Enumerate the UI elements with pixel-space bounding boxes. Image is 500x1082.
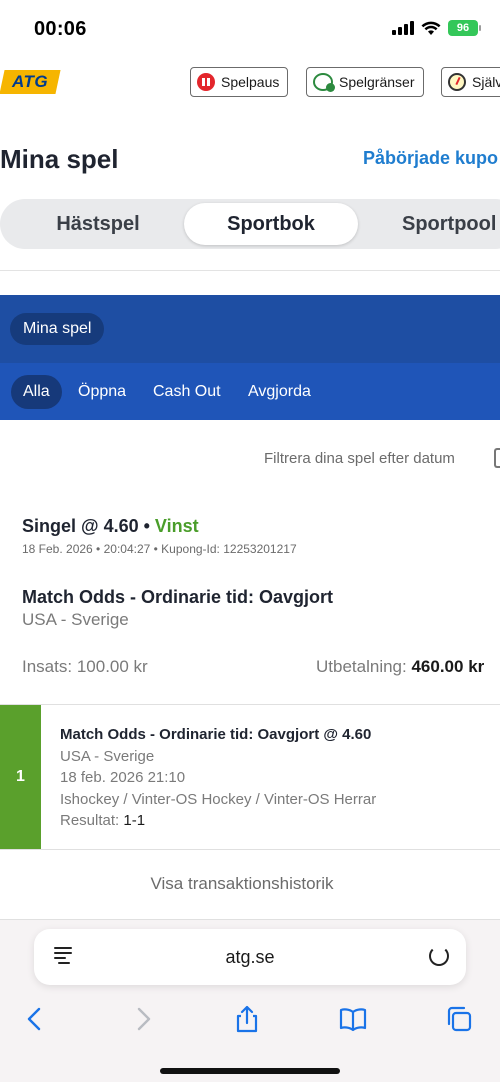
tab-hastspel[interactable]: Hästspel — [8, 203, 188, 245]
result-label: Resultat: — [60, 812, 120, 829]
payout-label: Utbetalning: — [316, 657, 407, 676]
date-filter-label[interactable]: Filtrera dina spel efter datum — [264, 450, 455, 467]
selection-title: Match Odds - Ordinarie tid: Oavgjort @ 4… — [60, 726, 372, 743]
started-coupons-link[interactable]: Påbörjade kupo — [363, 148, 498, 169]
tab-sportpool[interactable]: Sportpool — [378, 203, 500, 245]
spelgranser-button[interactable]: Spelgränser — [306, 67, 424, 97]
stake-label: Insats: — [22, 657, 73, 676]
calendar-icon[interactable] — [494, 448, 500, 468]
filter-tab-oppna[interactable]: Öppna — [78, 375, 126, 409]
url-text: atg.se — [225, 947, 275, 967]
home-indicator — [160, 1068, 340, 1074]
battery-icon: 96 — [448, 20, 481, 36]
stake: Insats: 100.00 kr — [22, 657, 148, 677]
spelgranser-label: Spelgränser — [339, 74, 415, 90]
bet-match: USA - Sverige — [22, 610, 129, 629]
divider — [0, 849, 500, 850]
selection-result: Resultat: 1-1 — [60, 812, 145, 829]
spelpaus-button[interactable]: Spelpaus — [190, 67, 289, 97]
forward-icon[interactable] — [128, 1004, 158, 1034]
status-time: 00:06 — [34, 18, 87, 40]
page-title: Mina spel — [0, 144, 119, 174]
bet-type: Singel @ 4.60 — [22, 516, 139, 536]
filter-tab-avgjorda[interactable]: Avgjorda — [248, 375, 311, 409]
filter-tab-cash-out[interactable]: Cash Out — [153, 375, 221, 409]
limit-icon — [313, 73, 335, 92]
logo-text: ATG — [11, 72, 49, 91]
mina-spel-pill[interactable]: Mina spel — [10, 313, 105, 345]
status-bar: 00:06 96 — [0, 0, 500, 58]
sjalvtest-label: Själv — [472, 74, 500, 90]
bet-filter-tabs: Alla Öppna Cash Out Avgjorda — [0, 363, 500, 420]
pause-icon — [197, 73, 215, 91]
reload-icon[interactable] — [429, 946, 449, 966]
selection-category: Ishockey / Vinter-OS Hockey / Vinter-OS … — [60, 791, 377, 808]
selection-number-badge: 1 — [0, 705, 41, 849]
transaction-history-link[interactable]: Visa transaktionshistorik — [0, 874, 484, 894]
battery-level: 96 — [456, 22, 470, 34]
selection-datetime: 18 feb. 2026 21:10 — [60, 769, 186, 786]
result-value: 1-1 — [123, 812, 146, 829]
address-bar[interactable]: atg.se — [34, 929, 466, 985]
tabs-icon[interactable] — [444, 1004, 474, 1034]
bet-title: Singel @ 4.60 • Vinst — [22, 516, 199, 537]
product-segmented-control: Hästspel Sportbok Sportpool — [0, 199, 500, 249]
selection-match: USA - Sverige — [60, 748, 155, 765]
bet-separator: • — [138, 516, 155, 536]
tab-sportbok[interactable]: Sportbok — [184, 203, 358, 245]
back-icon[interactable] — [20, 1004, 50, 1034]
divider — [0, 270, 500, 271]
top-bar: ATG Spelpaus Spelgränser Själv — [0, 58, 500, 106]
browser-nav — [0, 998, 500, 1038]
gauge-icon — [448, 73, 466, 91]
wifi-icon — [421, 21, 441, 35]
bet-market: Match Odds - Ordinarie tid: Oavgjort — [22, 587, 334, 607]
stake-value: 100.00 kr — [76, 657, 148, 676]
status-icons: 96 — [392, 20, 481, 36]
page: 00:06 96 ATG Spelpaus Spelgränser Själv … — [0, 0, 500, 1082]
sjalvtest-button[interactable]: Själv — [441, 67, 500, 97]
atg-logo[interactable]: ATG — [0, 70, 61, 94]
share-icon[interactable] — [232, 1004, 262, 1034]
payout: Utbetalning: 460.00 kr — [316, 657, 484, 677]
bookmarks-icon[interactable] — [338, 1004, 368, 1034]
payout-value: 460.00 kr — [411, 657, 485, 676]
filter-tab-alla[interactable]: Alla — [11, 375, 62, 409]
cellular-signal-icon — [392, 21, 414, 35]
spelpaus-label: Spelpaus — [221, 74, 280, 90]
browser-toolbar: atg.se — [0, 920, 500, 1082]
bet-meta: 18 Feb. 2026 • 20:04:27 • Kupong-Id: 122… — [22, 542, 297, 556]
divider — [0, 704, 500, 705]
bet-status: Vinst — [154, 516, 199, 536]
sportbook-header: Mina spel — [0, 295, 500, 363]
